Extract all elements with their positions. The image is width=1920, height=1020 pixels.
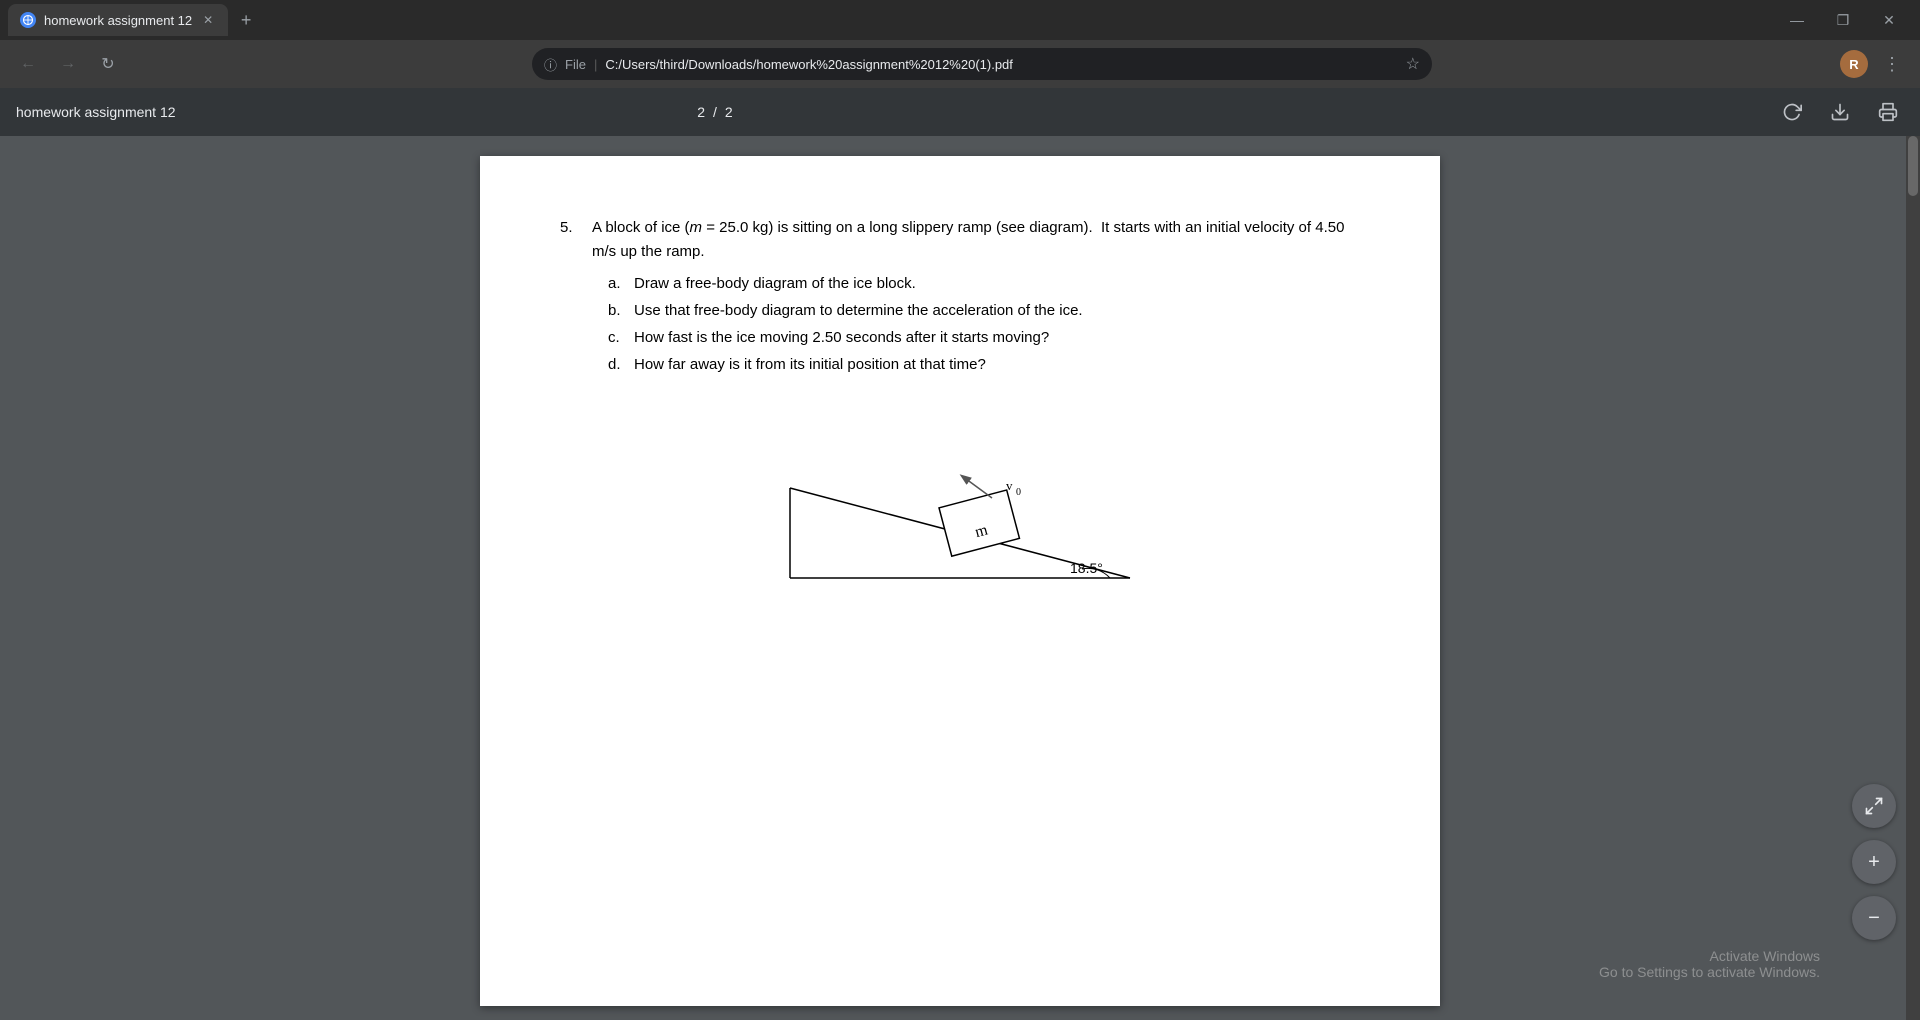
file-label: File (565, 57, 586, 72)
pdf-title: homework assignment 12 (16, 104, 176, 120)
sub-item-a: a. Draw a free-body diagram of the ice b… (608, 270, 1360, 297)
tab-close-button[interactable]: ✕ (200, 12, 216, 28)
sub-text-d: How far away is it from its initial posi… (634, 351, 986, 378)
close-button[interactable]: ✕ (1866, 0, 1912, 40)
address-separator: | (594, 57, 597, 72)
tab-title: homework assignment 12 (44, 13, 192, 28)
maximize-button[interactable]: ❐ (1820, 0, 1866, 40)
pdf-total-pages: 2 (725, 104, 733, 120)
pdf-print-button[interactable] (1872, 96, 1904, 128)
pdf-page: 5. A block of ice (m = 25.0 kg) is sitti… (480, 156, 1440, 1006)
pdf-reload-button[interactable] (1776, 96, 1808, 128)
scrollbar-track[interactable] (1906, 136, 1920, 1020)
address-bar: ← → ↻ ⓘ File | C:/Users/third/Downloads/… (0, 40, 1920, 88)
tab-favicon (20, 12, 36, 28)
float-buttons: + − (1852, 784, 1896, 940)
address-input[interactable]: ⓘ File | C:/Users/third/Downloads/homewo… (532, 48, 1432, 80)
svg-text:0: 0 (1016, 487, 1021, 498)
question-block: 5. A block of ice (m = 25.0 kg) is sitti… (560, 216, 1360, 378)
sub-label-b: b. (608, 297, 628, 324)
fit-page-button[interactable] (1852, 784, 1896, 828)
zoom-in-button[interactable]: + (1852, 840, 1896, 884)
main-area: 5. A block of ice (m = 25.0 kg) is sitti… (0, 136, 1920, 1020)
user-avatar[interactable]: R (1840, 50, 1868, 78)
svg-text:18.5°: 18.5° (1070, 560, 1103, 576)
minimize-button[interactable]: — (1774, 0, 1820, 40)
pdf-current-page: 2 (697, 104, 705, 120)
pdf-toolbar: homework assignment 12 2 / 2 (0, 88, 1920, 136)
activate-line2: Go to Settings to activate Windows. (1599, 964, 1820, 980)
activate-line1: Activate Windows (1599, 948, 1820, 964)
window-controls: — ❐ ✕ (1774, 0, 1912, 40)
ramp-diagram: m v 0 18.5° (770, 408, 1150, 608)
sub-label-d: d. (608, 351, 628, 378)
active-tab[interactable]: homework assignment 12 ✕ (8, 4, 228, 36)
sub-label-a: a. (608, 270, 628, 297)
new-tab-button[interactable]: + (232, 6, 260, 34)
sub-item-b: b. Use that free-body diagram to determi… (608, 297, 1360, 324)
tab-bar: homework assignment 12 ✕ + — ❐ ✕ (0, 0, 1920, 40)
activate-windows-watermark: Activate Windows Go to Settings to activ… (1599, 948, 1820, 980)
diagram-wrap: m v 0 18.5° (560, 408, 1360, 608)
sub-items-list: a. Draw a free-body diagram of the ice b… (560, 270, 1360, 378)
reload-button[interactable]: ↻ (92, 48, 124, 80)
forward-button[interactable]: → (52, 48, 84, 80)
question-header: 5. A block of ice (m = 25.0 kg) is sitti… (560, 216, 1360, 264)
question-text: A block of ice (m = 25.0 kg) is sitting … (592, 216, 1360, 264)
browser-chrome: homework assignment 12 ✕ + — ❐ ✕ ← → ↻ ⓘ… (0, 0, 1920, 88)
sub-text-a: Draw a free-body diagram of the ice bloc… (634, 270, 916, 297)
sub-label-c: c. (608, 324, 628, 351)
scrollbar-thumb[interactable] (1908, 136, 1918, 196)
zoom-out-button[interactable]: − (1852, 896, 1896, 940)
address-url: C:/Users/third/Downloads/homework%20assi… (605, 57, 1397, 72)
svg-text:v: v (1006, 478, 1013, 493)
sub-item-c: c. How fast is the ice moving 2.50 secon… (608, 324, 1360, 351)
pdf-page-separator: / (713, 104, 717, 120)
question-number: 5. (560, 216, 584, 264)
back-button[interactable]: ← (12, 48, 44, 80)
sub-item-d: d. How far away is it from its initial p… (608, 351, 1360, 378)
sub-text-b: Use that free-body diagram to determine … (634, 297, 1083, 324)
security-icon: ⓘ (544, 55, 557, 74)
sub-text-c: How fast is the ice moving 2.50 seconds … (634, 324, 1049, 351)
bookmark-icon[interactable]: ☆ (1406, 54, 1420, 74)
pdf-page-info: 2 / 2 (697, 104, 732, 120)
menu-button[interactable]: ⋮ (1876, 48, 1908, 80)
pdf-controls (1776, 96, 1904, 128)
pdf-download-button[interactable] (1824, 96, 1856, 128)
